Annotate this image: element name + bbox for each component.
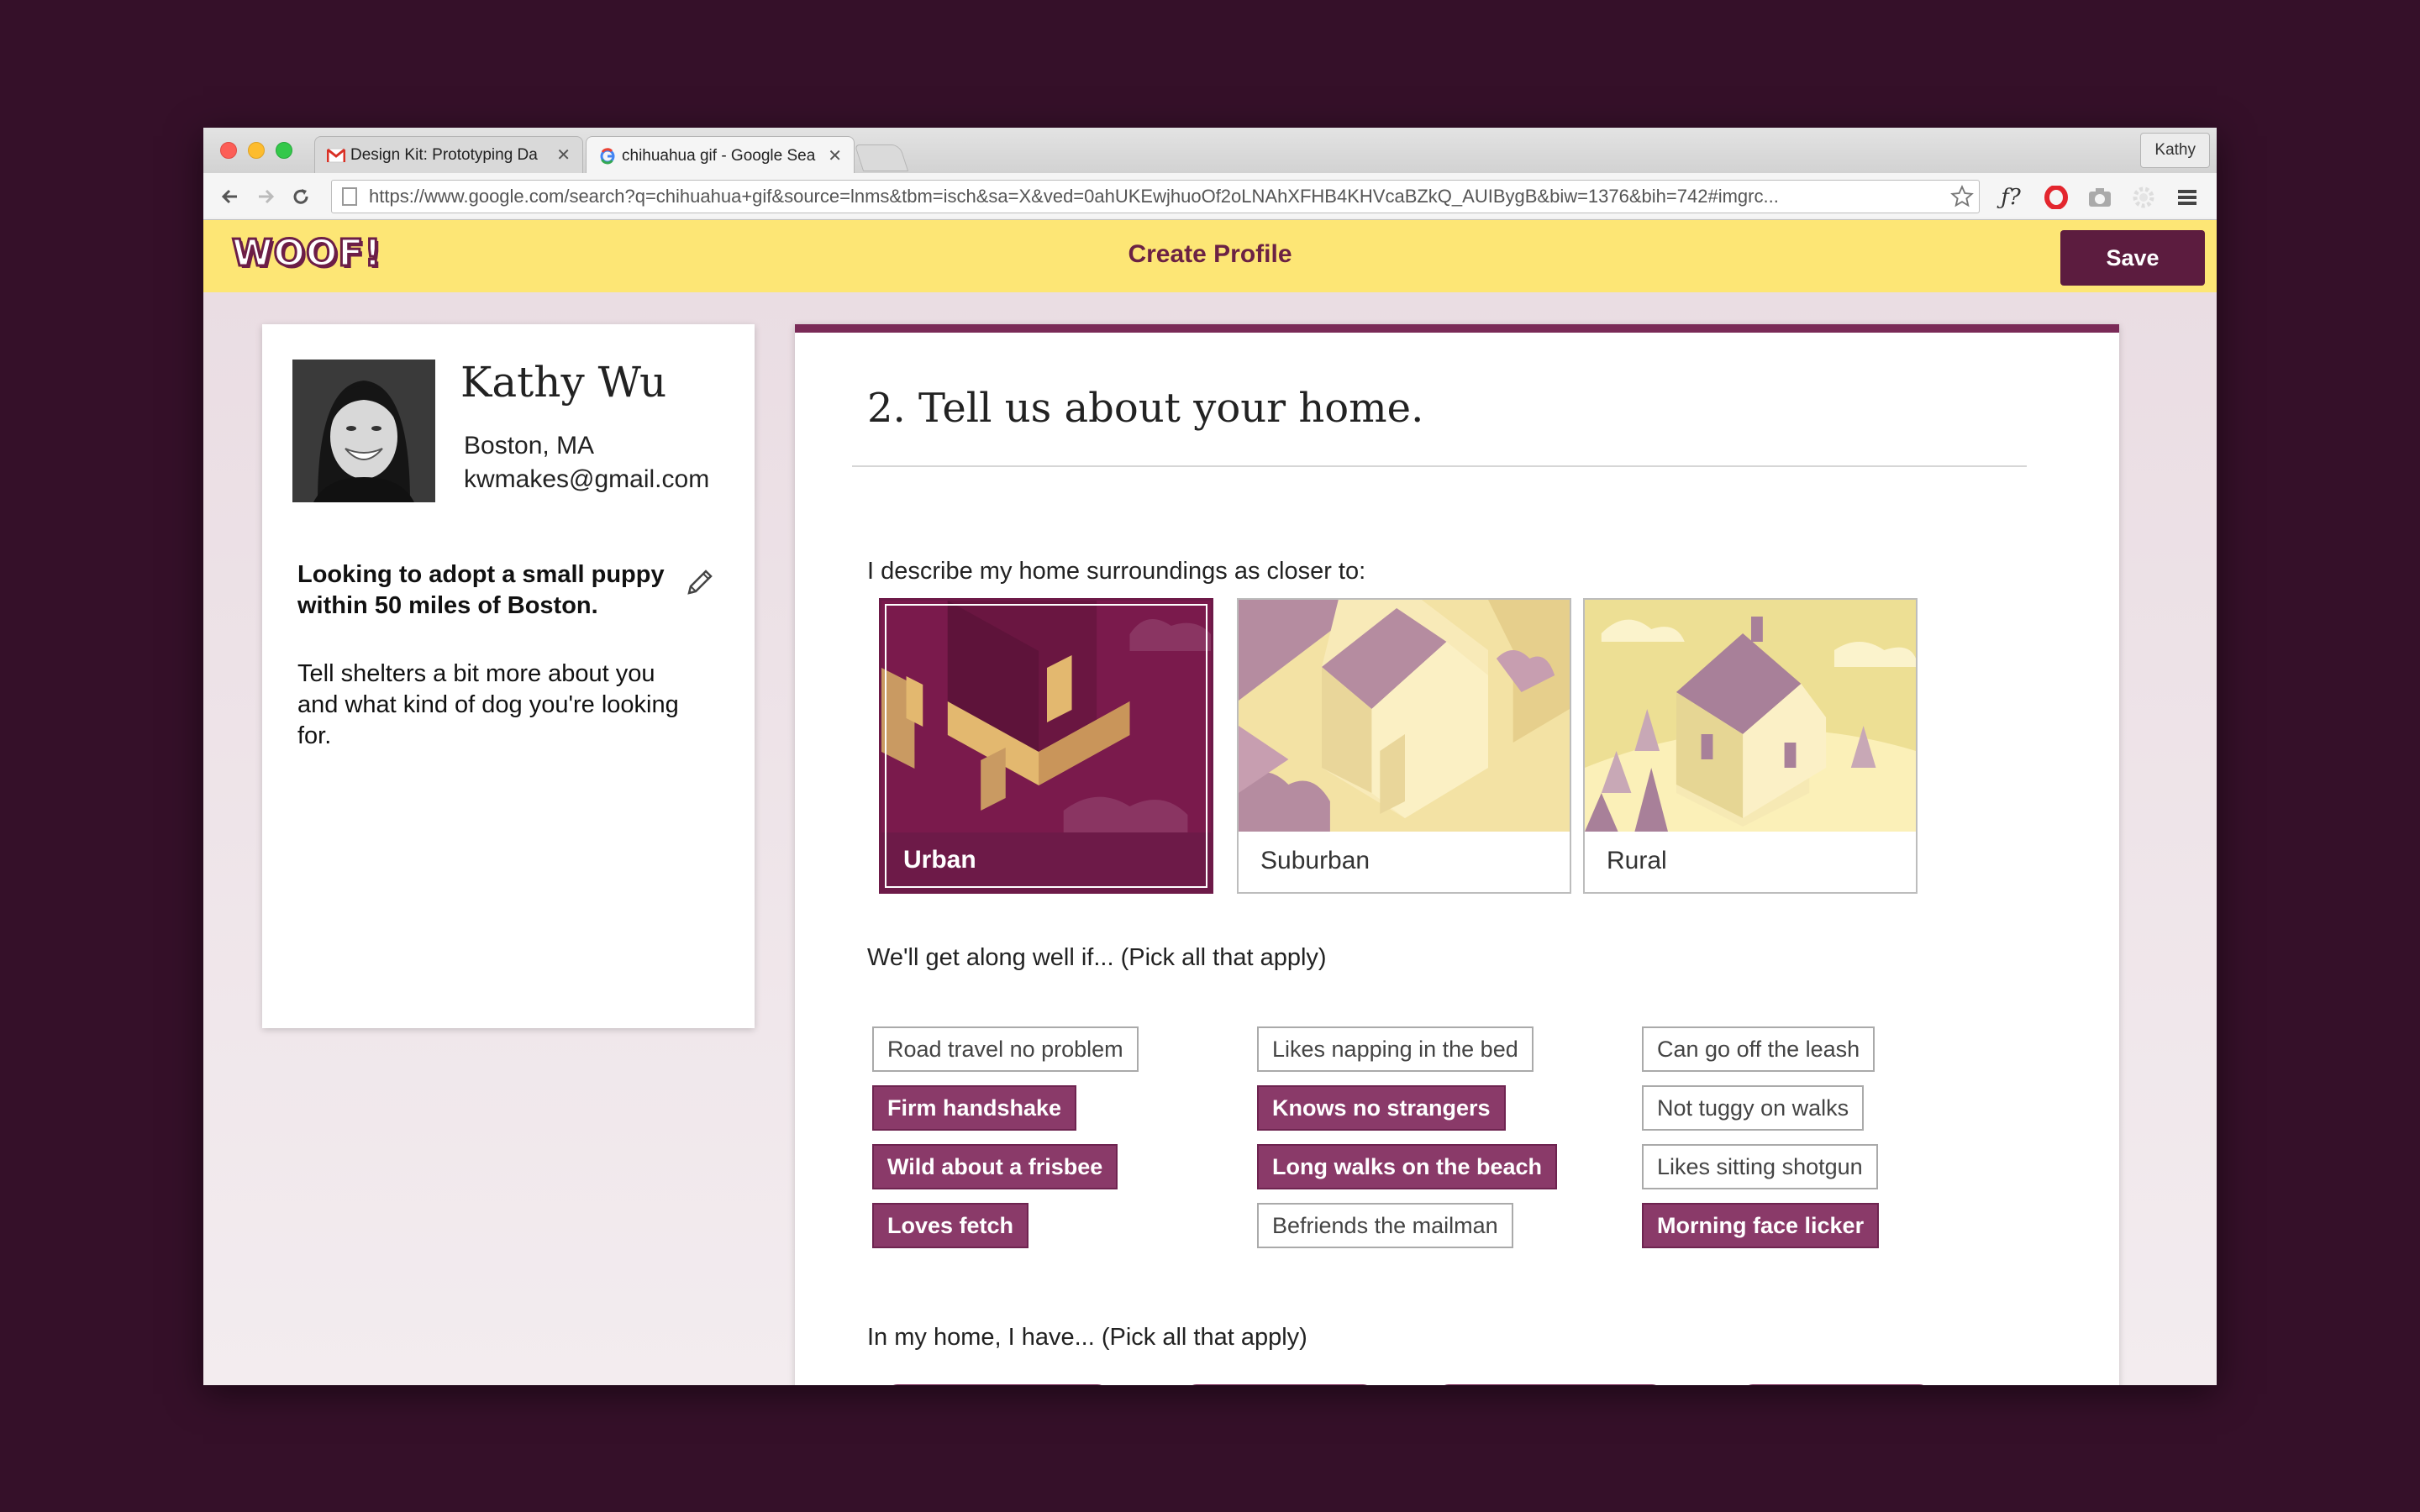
fx-icon[interactable]: ƒ? [1996,183,2025,212]
tab-title: Design Kit: Prototyping Da [350,145,538,164]
profile-name: Kathy Wu [460,358,667,407]
maximize-window-button[interactable] [276,142,292,159]
browser-tab-chihuahua[interactable]: chihuahua gif - Google Sea ✕ [586,136,855,175]
profile-description[interactable]: Tell shelters a bit more about you and w… [297,659,701,752]
option-rural[interactable]: Rural [1583,598,1918,894]
trait-chip[interactable]: Not tuggy on walks [1642,1085,1865,1131]
trait-chip[interactable]: Likes sitting shotgun [1642,1144,1878,1189]
new-tab-button[interactable] [854,144,909,171]
option-label: Rural [1607,847,1667,874]
surroundings-question: I describe my home surroundings as close… [867,558,1366,585]
save-button[interactable]: Save [2060,230,2205,286]
trait-chip[interactable]: Loves fetch [872,1203,1029,1248]
browser-tab-design-kit[interactable]: Design Kit: Prototyping Da ✕ [314,136,583,173]
page-icon [342,187,357,206]
option-label: Suburban [1260,847,1370,874]
menu-icon[interactable] [2173,183,2202,212]
reload-icon[interactable] [286,181,316,212]
home-question: In my home, I have... (Pick all that app… [867,1324,1307,1351]
home-chip[interactable] [1186,1384,1373,1385]
suburban-illustration [1239,600,1570,832]
option-suburban[interactable]: Suburban [1237,598,1571,894]
home-form-card: 2. Tell us about your home. I describe m… [795,324,2119,1385]
close-tab-icon[interactable]: ✕ [556,144,571,165]
close-window-button[interactable] [220,142,237,159]
urban-illustration [881,601,1211,832]
trait-chip[interactable]: Long walks on the beach [1257,1144,1558,1189]
trait-chip[interactable]: Befriends the mailman [1257,1203,1513,1248]
browser-profile-button[interactable]: Kathy [2140,133,2210,168]
home-chip[interactable] [1439,1384,1662,1385]
trait-chip[interactable]: Wild about a frisbee [872,1144,1118,1189]
avatar [292,360,435,502]
home-chip[interactable] [887,1384,1107,1385]
bookmark-star-icon[interactable] [1945,185,1979,208]
address-bar[interactable]: https://www.google.com/search?q=chihuahu… [331,180,1980,213]
browser-toolbar: https://www.google.com/search?q=chihuahu… [203,173,2217,220]
rural-illustration [1585,600,1916,832]
option-urban[interactable]: Urban [879,598,1213,894]
option-label: Urban [903,846,976,874]
minimize-window-button[interactable] [248,142,265,159]
app-header: WOOF! Create Profile Save [203,220,2217,292]
camera-icon[interactable] [2086,183,2114,212]
back-icon[interactable] [215,181,245,212]
google-icon [598,147,617,165]
trait-chip[interactable]: Road travel no problem [872,1026,1139,1072]
gmail-icon [327,146,345,165]
main-content: Kathy Wu Boston, MA kwmakes@gmail.com Lo… [203,292,2217,1385]
profile-location: Boston, MA [464,432,595,459]
profile-email: kwmakes@gmail.com [464,465,710,493]
home-chip[interactable] [1743,1384,1929,1385]
trait-chip[interactable]: Knows no strangers [1257,1085,1506,1131]
settings-icon[interactable] [2129,183,2158,212]
traits-question: We'll get along well if... (Pick all tha… [867,944,1327,971]
step-title: 2. Tell us about your home. [867,385,1424,432]
profile-headline: Looking to adopt a small puppy within 50… [297,561,665,619]
profile-card: Kathy Wu Boston, MA kwmakes@gmail.com Lo… [262,324,755,1028]
close-tab-icon[interactable]: ✕ [828,145,842,166]
tab-title: chihuahua gif - Google Sea [622,146,816,165]
url-text: https://www.google.com/search?q=chihuahu… [369,186,1779,207]
trait-chip[interactable]: Morning face licker [1642,1203,1880,1248]
divider [852,465,2027,467]
pencil-icon[interactable] [682,566,716,600]
page-title: Create Profile [1128,240,1292,268]
tab-strip: Design Kit: Prototyping Da ✕ chihuahua g… [203,128,2217,175]
trait-chip[interactable]: Can go off the leash [1642,1026,1876,1072]
forward-icon[interactable] [250,181,281,212]
opera-icon[interactable] [2042,183,2070,212]
browser-window: Design Kit: Prototyping Da ✕ chihuahua g… [203,128,2217,1385]
trait-chip[interactable]: Likes napping in the bed [1257,1026,1534,1072]
trait-chip[interactable]: Firm handshake [872,1085,1077,1131]
